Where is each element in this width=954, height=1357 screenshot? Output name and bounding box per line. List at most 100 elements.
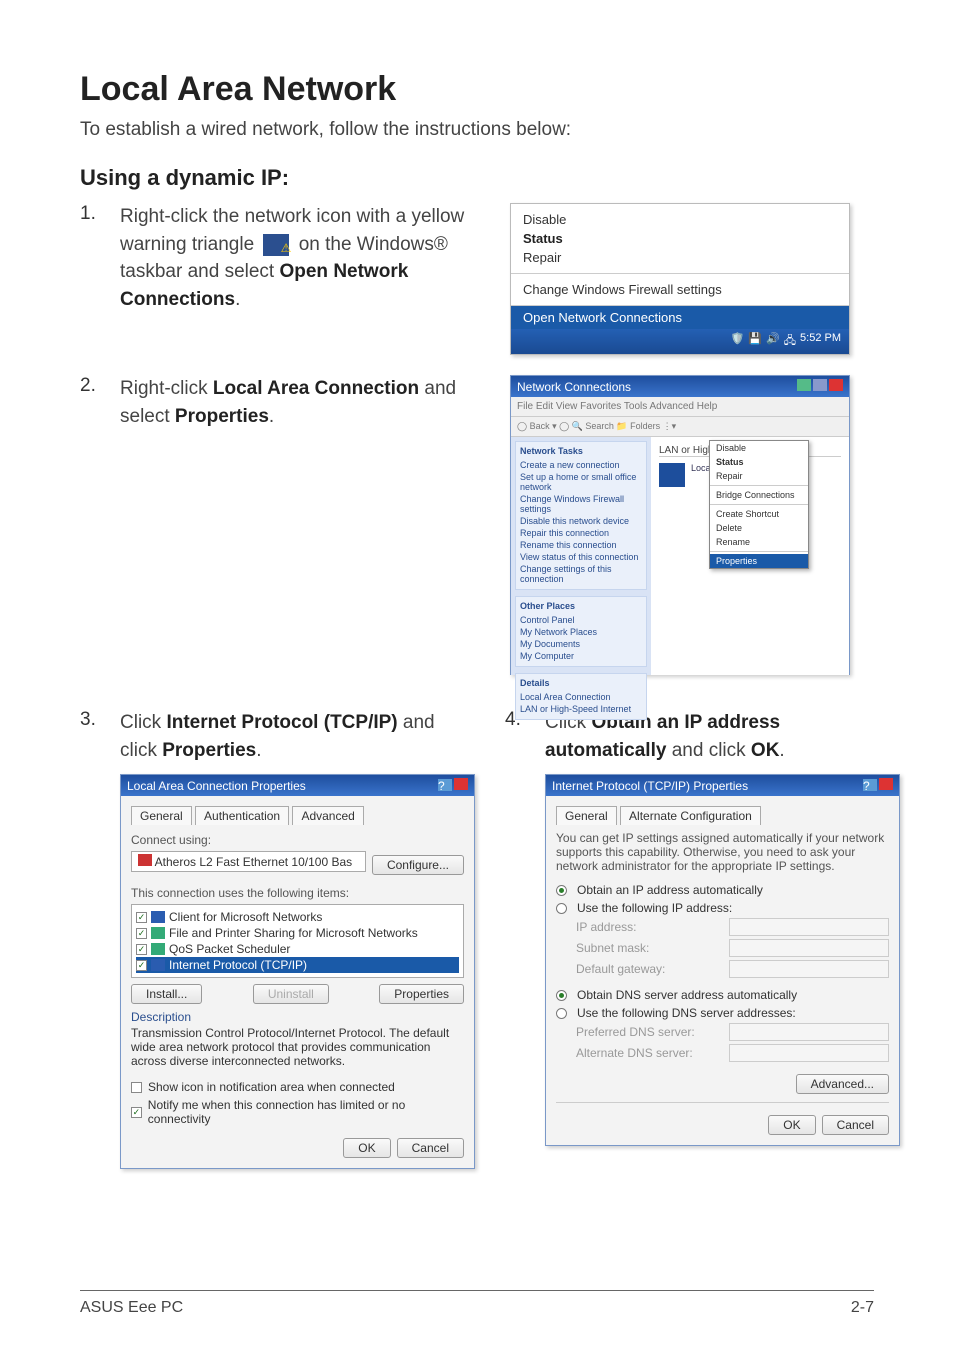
menu-item-disable[interactable]: Disable — [523, 210, 837, 229]
window-buttons[interactable]: ? — [861, 778, 893, 793]
radio-obtain-ip[interactable]: Obtain an IP address automatically — [556, 883, 889, 897]
cancel-button[interactable]: Cancel — [822, 1115, 889, 1135]
radio-use-ip[interactable]: Use the following IP address: — [556, 901, 889, 915]
gateway-input[interactable] — [729, 960, 889, 978]
tab-authentication[interactable]: Authentication — [195, 806, 289, 825]
list-item[interactable]: ✓File and Printer Sharing for Microsoft … — [136, 925, 459, 941]
list-item[interactable]: ✓QoS Packet Scheduler — [136, 941, 459, 957]
component-icon — [151, 943, 165, 955]
footer-right: 2-7 — [851, 1299, 874, 1317]
ok-button[interactable]: OK — [768, 1115, 815, 1135]
ctx-delete[interactable]: Delete — [710, 521, 808, 535]
menu-item-repair[interactable]: Repair — [523, 248, 837, 267]
radio-icon[interactable] — [556, 903, 567, 914]
menu-item-status[interactable]: Status — [523, 229, 837, 248]
side-row[interactable]: Disable this network device — [520, 515, 642, 527]
ip-row: IP address: — [576, 918, 889, 936]
lan-icon — [659, 463, 685, 487]
tray-clock: 5:52 PM — [800, 332, 841, 351]
info-text: You can get IP settings assigned automat… — [556, 831, 889, 873]
properties-button[interactable]: Properties — [379, 984, 464, 1004]
menu-item-firewall[interactable]: Change Windows Firewall settings — [523, 280, 837, 299]
window-buttons[interactable] — [795, 379, 843, 394]
side-row[interactable]: Create a new connection — [520, 459, 642, 471]
side-row[interactable]: Change Windows Firewall settings — [520, 493, 642, 515]
radio-obtain-dns[interactable]: Obtain DNS server address automatically — [556, 988, 889, 1002]
subnet-input[interactable] — [729, 939, 889, 957]
step-2-text: Right-click Local Area Connection and se… — [120, 375, 470, 430]
checkbox-icon[interactable]: ✓ — [136, 912, 147, 923]
radio-icon[interactable] — [556, 885, 567, 896]
adapter-dropdown[interactable]: Atheros L2 Fast Ethernet 10/100 Bas — [131, 851, 366, 872]
ip-input[interactable] — [729, 918, 889, 936]
ctx-disable[interactable]: Disable — [710, 441, 808, 455]
tabs[interactable]: General Authentication Advanced — [131, 806, 464, 825]
window-menubar[interactable]: File Edit View Favorites Tools Advanced … — [511, 397, 849, 417]
dns2-input[interactable] — [729, 1044, 889, 1062]
list-item[interactable]: ✓Client for Microsoft Networks — [136, 909, 459, 925]
text-frag: Click — [120, 712, 166, 733]
window-toolbar[interactable]: ◯ Back ▾ ◯ 🔍 Search 📁 Folders ⋮▾ — [511, 417, 849, 437]
radio-use-dns[interactable]: Use the following DNS server addresses: — [556, 1006, 889, 1020]
dns1-input[interactable] — [729, 1023, 889, 1041]
cancel-button[interactable]: Cancel — [397, 1138, 464, 1158]
side-row[interactable]: My Documents — [520, 638, 642, 650]
ctx-properties[interactable]: Properties — [710, 554, 808, 568]
side-row[interactable]: Control Panel — [520, 614, 642, 626]
notify-row-1[interactable]: Show icon in notification area when conn… — [131, 1080, 464, 1094]
checkbox-icon[interactable]: ✓ — [136, 928, 147, 939]
ctx-repair[interactable]: Repair — [710, 469, 808, 483]
ip-row: Default gateway: — [576, 960, 889, 978]
footer-left: ASUS Eee PC — [80, 1299, 183, 1317]
side-row[interactable]: My Network Places — [520, 626, 642, 638]
component-icon — [151, 911, 165, 923]
step-3-text: Click Internet Protocol (TCP/IP) and cli… — [120, 709, 475, 764]
side-row[interactable]: Change settings of this connection — [520, 563, 642, 585]
side-row[interactable]: View status of this connection — [520, 551, 642, 563]
uninstall-button[interactable]: Uninstall — [253, 984, 329, 1004]
side-row[interactable]: Rename this connection — [520, 539, 642, 551]
checkbox-icon[interactable]: ✓ — [136, 960, 147, 971]
install-button[interactable]: Install... — [131, 984, 202, 1004]
tabs[interactable]: General Alternate Configuration — [556, 806, 889, 825]
component-icon — [151, 959, 165, 971]
description-head: Description — [131, 1010, 464, 1024]
menu-item-open-network-connections[interactable]: Open Network Connections — [511, 306, 849, 329]
side-row: LAN or High-Speed Internet — [520, 703, 642, 715]
dns-row: Preferred DNS server: — [576, 1023, 889, 1041]
ip-row: Subnet mask: — [576, 939, 889, 957]
tray-network-icon[interactable]: 🖧 — [784, 332, 796, 351]
checkbox-icon[interactable]: ✓ — [131, 1107, 142, 1118]
bold-text: Local Area Connection — [213, 378, 419, 399]
list-item-tcpip[interactable]: ✓Internet Protocol (TCP/IP) — [136, 957, 459, 973]
notify-row-2[interactable]: ✓Notify me when this connection has limi… — [131, 1098, 464, 1126]
ctx-shortcut[interactable]: Create Shortcut — [710, 507, 808, 521]
side-row[interactable]: Set up a home or small office network — [520, 471, 642, 493]
step-number: 2. — [80, 375, 120, 397]
context-menu-screenshot: Disable Status Repair Change Windows Fir… — [510, 203, 850, 355]
tab-altconfig[interactable]: Alternate Configuration — [620, 806, 761, 825]
side-row[interactable]: My Computer — [520, 650, 642, 662]
side-head-other-places: Other Places — [520, 601, 642, 611]
text-frag: . — [779, 740, 784, 761]
configure-button[interactable]: Configure... — [372, 855, 464, 875]
checkbox-icon[interactable]: ✓ — [136, 944, 147, 955]
tab-advanced[interactable]: Advanced — [292, 806, 363, 825]
radio-icon[interactable] — [556, 1008, 567, 1019]
bold-text: OK — [751, 740, 780, 761]
ctx-rename[interactable]: Rename — [710, 535, 808, 549]
tab-general[interactable]: General — [131, 806, 192, 825]
advanced-button[interactable]: Advanced... — [796, 1074, 889, 1094]
ok-button[interactable]: OK — [343, 1138, 390, 1158]
text-frag: . — [269, 406, 274, 427]
tab-general[interactable]: General — [556, 806, 617, 825]
ctx-bridge[interactable]: Bridge Connections — [710, 488, 808, 502]
window-buttons[interactable]: ? — [436, 778, 468, 793]
ctx-status[interactable]: Status — [710, 455, 808, 469]
dialog-title: Local Area Connection Properties — [127, 779, 306, 793]
checkbox-icon[interactable] — [131, 1082, 142, 1093]
dialog-title: Internet Protocol (TCP/IP) Properties — [552, 779, 748, 793]
radio-icon[interactable] — [556, 990, 567, 1001]
side-row[interactable]: Repair this connection — [520, 527, 642, 539]
components-list[interactable]: ✓Client for Microsoft Networks ✓File and… — [131, 904, 464, 978]
